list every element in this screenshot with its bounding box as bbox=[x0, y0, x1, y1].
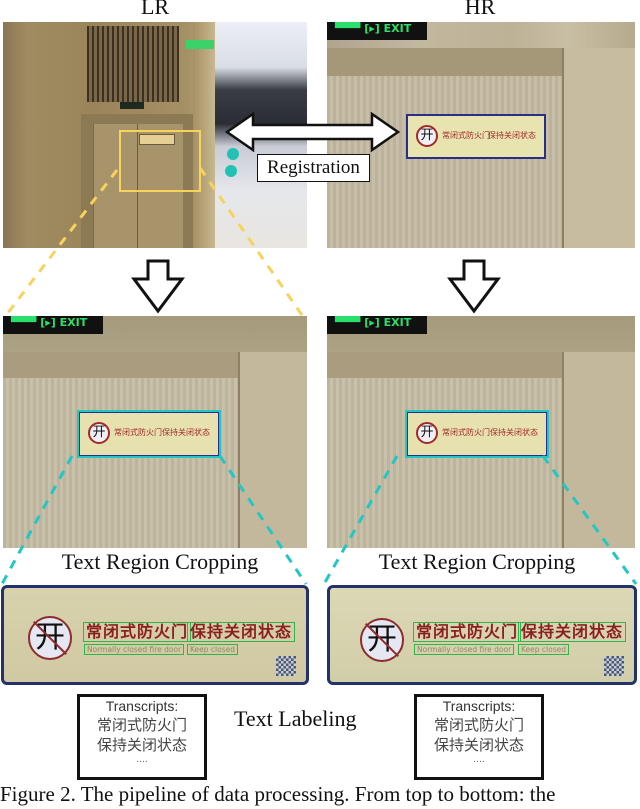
qr-code-icon bbox=[276, 656, 296, 676]
hr-transcript-box: Transcripts: 常闭式防火门 保持关闭状态 .... bbox=[414, 694, 544, 780]
text-box-en: Normally closed fire door bbox=[84, 644, 185, 655]
exit-sign-icon: ▀▀▀ [▸] EXIT bbox=[327, 316, 427, 334]
lr-region-of-interest-box bbox=[119, 130, 201, 192]
no-open-icon: 开 bbox=[360, 618, 404, 662]
transcript-line: 常闭式防火门 bbox=[433, 716, 524, 734]
hr-aligned-photo: ▀▀▀ [▸] EXIT 开 常闭式防火门 保持关闭状态 bbox=[327, 316, 635, 548]
text-region-box bbox=[77, 410, 221, 458]
registration-label: Registration bbox=[257, 154, 370, 182]
no-open-glyph: 开 bbox=[367, 622, 397, 657]
text-box-zh: 保持关闭状态 bbox=[518, 622, 627, 642]
down-arrow-icon bbox=[447, 259, 501, 314]
wall-block bbox=[238, 352, 307, 548]
exit-sign-text: ▀▀▀ [▸] EXIT bbox=[335, 316, 412, 329]
balloon-icon bbox=[225, 165, 237, 177]
qr-code-icon bbox=[604, 656, 624, 676]
transcript-ellipsis: .... bbox=[473, 755, 485, 765]
wall-block bbox=[562, 352, 635, 548]
transcript-heading: Transcripts: bbox=[442, 698, 516, 714]
transcript-line: 常闭式防火门 bbox=[96, 716, 187, 734]
no-open-icon: 开 bbox=[28, 616, 72, 660]
lr-cropping-title: Text Region Cropping bbox=[61, 549, 259, 574]
transcript-ellipsis: .... bbox=[136, 755, 148, 765]
exit-sign-small-icon bbox=[120, 102, 144, 109]
text-box-en: Keep closed bbox=[518, 644, 569, 655]
text-box-en: Normally closed fire door bbox=[414, 644, 515, 655]
door-lintel bbox=[3, 352, 238, 378]
sign-text: 常闭式防火门 bbox=[442, 131, 490, 140]
hr-cropping-title: Text Region Cropping bbox=[378, 549, 576, 574]
door-sign: 开 常闭式防火门 保持关闭状态 bbox=[406, 114, 546, 159]
text-labeling-title: Text Labeling bbox=[234, 706, 357, 731]
lr-text-crop: 开 常闭式防火门 保持关闭状态 Normally closed fire doo… bbox=[1, 585, 309, 685]
hr-text-crop: 开 常闭式防火门 保持关闭状态 Normally closed fire doo… bbox=[327, 585, 637, 685]
exit-sign-icon bbox=[186, 40, 214, 49]
registration-double-arrow-icon bbox=[225, 112, 400, 152]
door-panel bbox=[327, 378, 562, 548]
exit-sign-icon: ▀▀▀ [▸] EXIT bbox=[3, 316, 103, 334]
hr-column-label: HR bbox=[464, 0, 496, 19]
exit-sign-text: ▀▀▀ [▸] EXIT bbox=[335, 22, 412, 35]
transcript-heading: Transcripts: bbox=[105, 698, 179, 714]
text-box-en: Keep closed bbox=[187, 644, 238, 655]
vent-grille bbox=[87, 26, 179, 102]
text-box-zh: 常闭式防火门 bbox=[83, 622, 192, 642]
lr-column-label: LR bbox=[140, 0, 170, 19]
text-box-zh: 常闭式防火门 bbox=[413, 622, 522, 642]
door-lintel bbox=[327, 352, 562, 378]
wall-block bbox=[562, 48, 635, 248]
exit-sign-text: ▀▀▀ [▸] EXIT bbox=[11, 316, 88, 329]
sign-text: 保持关闭状态 bbox=[488, 131, 536, 140]
door-panel bbox=[3, 378, 238, 548]
transcript-line: 保持关闭状态 bbox=[96, 736, 187, 754]
figure-caption: Figure 2. The pipeline of data processin… bbox=[0, 782, 556, 806]
door-lintel bbox=[327, 48, 562, 76]
no-open-glyph: 开 bbox=[35, 620, 65, 655]
text-box-zh: 保持关闭状态 bbox=[187, 622, 296, 642]
transcript-line: 保持关闭状态 bbox=[433, 736, 524, 754]
text-region-box bbox=[405, 410, 549, 458]
exit-sign-icon: ▀▀▀ [▸] EXIT bbox=[327, 22, 427, 40]
no-open-icon: 开 bbox=[416, 125, 438, 147]
lr-aligned-photo: ▀▀▀ [▸] EXIT 开 常闭式防火门 保持关闭状态 bbox=[3, 316, 307, 548]
lr-transcript-box: Transcripts: 常闭式防火门 保持关闭状态 .... bbox=[77, 694, 207, 780]
down-arrow-icon bbox=[131, 259, 185, 314]
